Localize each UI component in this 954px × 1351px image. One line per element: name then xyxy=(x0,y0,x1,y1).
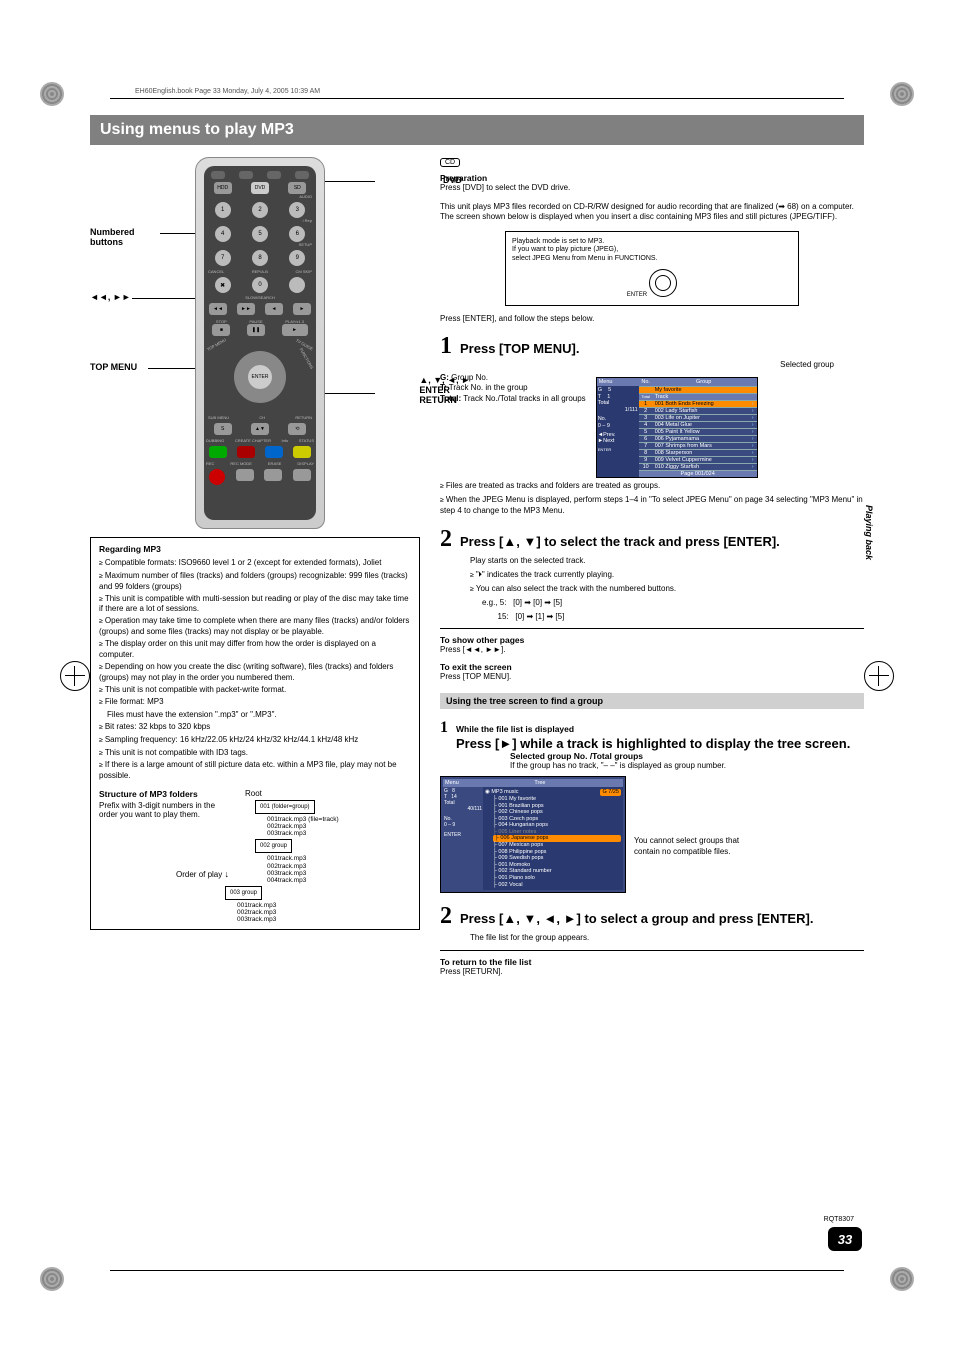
tstep1-num: 1 xyxy=(440,719,448,737)
tstep1-sub: Selected group No. /Total groups xyxy=(510,751,643,761)
prep-l2: This unit plays MP3 files recorded on CD… xyxy=(440,202,864,212)
label-skip: ◄◄, ►► xyxy=(90,292,131,302)
struct-heading: Structure of MP3 folders xyxy=(99,789,229,799)
remote-create: CREATE CHAPTER xyxy=(235,438,271,443)
remote-s-btn: S xyxy=(214,423,232,435)
remote-enter: ENTER xyxy=(248,365,272,389)
remote-sd: SD xyxy=(288,182,306,194)
other-l: Press [◄◄, ►►]. xyxy=(440,645,505,654)
step2-l2: "🞂" indicates the track currently playin… xyxy=(470,570,864,581)
remote-dvd: DVD xyxy=(251,182,269,194)
remote-pause-label: PAUSE xyxy=(247,319,265,324)
remote-hdd: HDD xyxy=(214,182,232,194)
folder-tree: Root 001 (folder=group) 001track.mp3 (fi… xyxy=(235,789,411,923)
exit-l: Press [TOP MENU]. xyxy=(440,672,511,681)
remote-audio-label: AUDIO xyxy=(204,194,316,199)
mp3-p8: File format: MP3 xyxy=(99,697,411,708)
step2-eg1: e.g., 5: [0] ➡ [0] ➡ [5] xyxy=(482,598,864,609)
mp3-p6: Depending on how you create the disc (wr… xyxy=(99,662,411,683)
order-label: Order of play ↓ xyxy=(99,869,229,879)
mp3-p3: This unit is compatible with multi-sessi… xyxy=(99,594,411,615)
remote-ch: CH xyxy=(259,415,265,420)
step1-title: Press [TOP MENU]. xyxy=(460,341,579,356)
playback-mode-box: Playback mode is set to MP3. If you want… xyxy=(505,231,799,306)
mp3-p11: This unit is not compatible with ID3 tag… xyxy=(99,748,411,759)
step2-title: Press [▲, ▼] to select the track and pre… xyxy=(460,534,780,549)
remote-slow-label: SLOW/SEARCH xyxy=(204,295,316,300)
exit-h: To exit the screen xyxy=(440,662,512,672)
selected-group-label: Selected group xyxy=(440,360,834,369)
ret-l: Press [RETURN]. xyxy=(440,967,503,976)
remote-display: DISPLAY xyxy=(297,461,314,466)
tree-note: You cannot select groups that contain no… xyxy=(634,836,744,857)
page-title: Using menus to play MP3 xyxy=(90,115,864,145)
step2-eg2: 15: [0] ➡ [1] ➡ [5] xyxy=(482,612,864,623)
mp3-p5: The display order on this unit may diffe… xyxy=(99,639,411,660)
prep-l3: The screen shown below is displayed when… xyxy=(440,212,864,222)
enter-wheel-icon xyxy=(649,269,677,297)
mp3-p7: This unit is not compatible with packet-… xyxy=(99,685,411,696)
rqt-code: RQT8307 xyxy=(824,1216,854,1223)
tstep2-title: Press [▲, ▼, ◄, ►] to select a group and… xyxy=(460,911,813,926)
book-header: EH60English.book Page 33 Monday, July 4,… xyxy=(135,88,320,95)
step2-num: 2 xyxy=(440,526,452,553)
mp3-p1: Compatible formats: ISO9660 level 1 or 2… xyxy=(99,558,411,569)
mp3-p10: Sampling frequency: 16 kHz/22.05 kHz/24 … xyxy=(99,735,411,746)
step1-num: 1 xyxy=(440,333,452,360)
label-arrows: ▲, ▼, ◄, ► ENTER RETURN xyxy=(419,375,470,405)
step2-l3: You can also select the track with the n… xyxy=(470,584,864,595)
side-tab: Playing back xyxy=(864,505,874,560)
remote-erase: ERASE xyxy=(268,461,282,466)
remote-play-label: PLAY/x1.3 xyxy=(282,319,308,324)
mp3-p12: If there is a large amount of still pict… xyxy=(99,760,411,781)
enter-label: ENTER xyxy=(627,292,647,298)
prep-l4: Press [ENTER], and follow the steps belo… xyxy=(440,314,864,323)
tstep1-sub2: If the group has no track, "– –" is disp… xyxy=(510,761,726,770)
step1-note2: When the JPEG Menu is displayed, perform… xyxy=(440,495,864,517)
ret-h: To return to the file list xyxy=(440,957,531,967)
regarding-mp3-box: Regarding MP3 Compatible formats: ISO966… xyxy=(90,537,420,930)
remote-diagram: Numbered buttons ◄◄, ►► TOP MENU DVD ▲, … xyxy=(90,157,420,527)
page-number: 33 xyxy=(828,1227,862,1251)
remote-irep-label: i Rep xyxy=(204,218,316,223)
tree-subheader: Using the tree screen to find a group xyxy=(440,693,864,709)
remote-submenu: SUB MENU xyxy=(208,415,229,420)
mp3-p8b: Files must have the extension ".mp3" or … xyxy=(107,710,411,720)
remote-status: STATUS xyxy=(299,438,314,443)
remote-rep-label: REP/A-B xyxy=(252,269,268,274)
mp3-p2: Maximum number of files (tracks) and fol… xyxy=(99,571,411,592)
menu-diagram: Menu No. Group G 5 T 1 Total 1/111 No. xyxy=(596,377,758,478)
remote-cmskip-label: CM SKIP xyxy=(296,269,312,274)
other-h: To show other pages xyxy=(440,635,524,645)
label-numbered: Numbered buttons xyxy=(90,227,160,247)
step2-l1: Play starts on the selected track. xyxy=(470,556,864,567)
remote-recmode: REC MODE xyxy=(230,461,252,466)
cd-badge: CD xyxy=(440,158,460,167)
tstep2-l: The file list for the group appears. xyxy=(470,933,864,944)
mp3-p4: Operation may take time to complete when… xyxy=(99,616,411,637)
remote-info: Info xyxy=(282,438,289,443)
remote-cancel-label: CANCEL xyxy=(208,269,224,274)
struct-text: Prefix with 3-digit numbers in the order… xyxy=(99,801,229,819)
label-topmenu: TOP MENU xyxy=(90,362,137,372)
label-dvd: DVD xyxy=(443,175,462,185)
tree-window: MenuTree G 8 T 14 Total 40/111 No. 0 – 9… xyxy=(440,776,626,893)
tstep2-num: 2 xyxy=(440,903,452,930)
mp3-p9: Bit rates: 32 kbps to 320 kbps xyxy=(99,722,411,733)
mp3-heading: Regarding MP3 xyxy=(99,544,411,554)
step1-note1: Files are treated as tracks and folders … xyxy=(440,481,864,492)
tstep1-pre: While the file list is displayed xyxy=(456,724,850,734)
tstep1-title: Press [►] while a track is highlighted t… xyxy=(456,736,850,751)
remote-rec: REC xyxy=(206,461,214,466)
remote-setup-label: SETUP xyxy=(204,242,316,247)
remote-dubbing: DUBBING xyxy=(206,438,224,443)
remote-return: RETURN xyxy=(295,415,312,420)
